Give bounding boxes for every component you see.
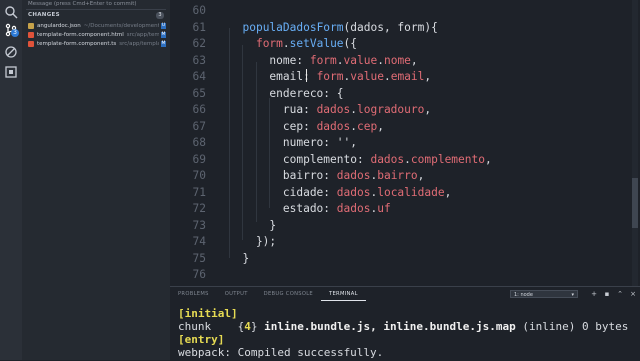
file-path: ~/Documents/development/cur... xyxy=(83,22,159,29)
line-number: 60 xyxy=(192,4,206,17)
line-number: 65 xyxy=(192,86,206,100)
text-cursor xyxy=(306,69,307,82)
line-number: 74 xyxy=(192,235,206,248)
extensions-icon[interactable] xyxy=(3,64,19,80)
line-number: 72 xyxy=(192,202,206,215)
tab-terminal[interactable]: TERMINAL xyxy=(321,287,366,301)
code-text: }); xyxy=(229,235,277,248)
commit-message-input[interactable]: Message (press Cmd+Enter to commit) xyxy=(28,1,137,7)
terminal-line: webpack: Compiled successfully. xyxy=(178,346,384,359)
line-number: 67 xyxy=(192,119,206,133)
tab-output[interactable]: OUTPUT xyxy=(217,287,256,301)
editor-scrollbar[interactable] xyxy=(632,0,638,286)
file-path: src/app/templ... xyxy=(126,31,159,38)
code-text: email: form.value.email, xyxy=(229,70,432,83)
scm-sidebar: Message (press Cmd+Enter to commit) CHAN… xyxy=(22,0,170,360)
line-number: 75 xyxy=(192,251,206,265)
close-icon[interactable]: × xyxy=(629,290,637,298)
search-icon[interactable] xyxy=(3,4,19,20)
terminal-line: chunk {4} inline.bundle.js, inline.bundl… xyxy=(178,320,629,333)
code-text: } xyxy=(229,218,277,232)
tab-problems[interactable]: PROBLEMS xyxy=(170,287,217,301)
line-number: 62 xyxy=(192,37,206,50)
line-number: 68 xyxy=(192,136,206,149)
terminal-select[interactable]: 1: node ▾ xyxy=(510,290,578,298)
line-number: 73 xyxy=(192,218,206,232)
line-number: 70 xyxy=(192,169,206,182)
panel-tabs: PROBLEMS OUTPUT DEBUG CONSOLE TERMINAL xyxy=(170,287,366,301)
tab-debug-console[interactable]: DEBUG CONSOLE xyxy=(256,287,321,301)
file-path: src/app/template... xyxy=(119,40,159,47)
line-number: 71 xyxy=(192,185,206,199)
chevron-down-icon: ▾ xyxy=(571,292,574,298)
chevron-up-icon[interactable]: ⌃ xyxy=(616,290,624,298)
code-text: rua: dados.logradouro, xyxy=(229,103,432,116)
line-number: 66 xyxy=(192,103,206,116)
changed-file-item[interactable]: angulardoc.json~/Documents/development/c… xyxy=(28,21,166,30)
file-name: angulardoc.json xyxy=(37,22,81,29)
file-type-icon xyxy=(28,22,34,29)
file-type-icon xyxy=(28,31,34,38)
code-text: endereco: { xyxy=(229,86,344,100)
changes-section-title[interactable]: CHANGES xyxy=(28,12,60,18)
changes-count-badge: 3 xyxy=(156,12,164,19)
changed-file-item[interactable]: template-form.component.htmlsrc/app/temp… xyxy=(28,30,166,39)
code-text: estado: dados.uf xyxy=(229,202,391,215)
file-status-badge: M xyxy=(161,40,166,47)
code-text: cidade: dados.localidade, xyxy=(229,185,452,199)
file-type-icon xyxy=(28,40,34,47)
code-text: numero: '', xyxy=(229,136,357,149)
bottom-panel: PROBLEMS OUTPUT DEBUG CONSOLE TERMINAL 1: n… xyxy=(170,286,640,361)
code-text: form.setValue({ xyxy=(255,37,358,50)
line-number: 61 xyxy=(192,20,206,34)
activity-bar: 3 xyxy=(0,0,22,360)
line-number: 63 xyxy=(192,53,206,67)
terminal-line: [entry] xyxy=(178,333,225,346)
code-text: } xyxy=(229,251,250,265)
code-text: complemento: dados.complemento, xyxy=(229,152,492,166)
editor-scroll-thumb[interactable] xyxy=(632,178,638,228)
file-name: template-form.component.html xyxy=(37,31,124,38)
terminal-select-value: 1: node xyxy=(514,292,533,298)
trash-icon[interactable]: ▪ xyxy=(603,290,611,298)
code-editor[interactable]: 60 61 populaDadosForm(dados, form){ 62 for… xyxy=(170,0,640,286)
code-text: bairro: dados.bairro, xyxy=(229,169,425,182)
code-text: nome: form.value.nome, xyxy=(229,53,418,67)
line-number: 76 xyxy=(192,268,206,281)
code-text: cep: dados.cep, xyxy=(229,119,384,133)
terminal-line: [initial] xyxy=(178,307,238,320)
commit-input-underline xyxy=(26,9,166,10)
debug-icon[interactable] xyxy=(3,44,19,60)
file-name: template-form.component.ts xyxy=(37,40,117,47)
add-terminal-icon[interactable]: + xyxy=(590,290,598,298)
line-number: 69 xyxy=(192,152,206,166)
code-text: populaDadosForm(dados, form){ xyxy=(242,20,438,34)
line-number: 64 xyxy=(192,70,206,83)
changed-file-item[interactable]: template-form.component.ts src/app/templa… xyxy=(28,39,166,48)
file-status-badge: U xyxy=(161,22,166,29)
file-status-badge: M xyxy=(161,31,166,38)
scm-badge: 3 xyxy=(11,29,19,37)
